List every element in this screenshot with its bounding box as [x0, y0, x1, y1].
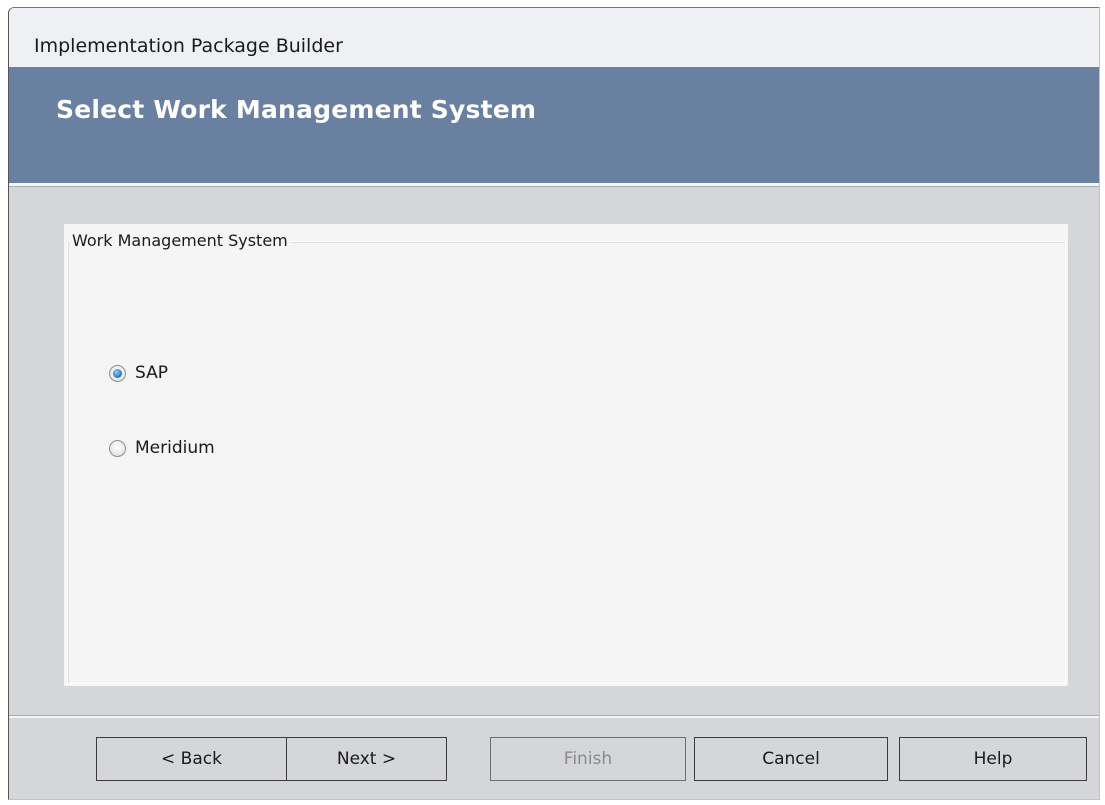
wizard-window: Implementation Package Builder Select Wo… [8, 7, 1100, 800]
header-divider [9, 183, 1099, 187]
radio-option-meridium[interactable]: Meridium [109, 438, 215, 458]
next-button[interactable]: Next > [286, 737, 447, 781]
wizard-header: Select Work Management System [9, 67, 1099, 183]
help-button[interactable]: Help [899, 737, 1087, 781]
radio-option-sap[interactable]: SAP [109, 363, 168, 383]
title-bar: Implementation Package Builder [9, 8, 1099, 67]
work-management-system-group: Work Management System SAP Meridium [64, 224, 1068, 686]
radio-label-sap[interactable]: SAP [135, 363, 168, 383]
radio-button-unchecked[interactable] [109, 439, 126, 457]
group-legend: Work Management System [70, 231, 292, 250]
group-border [67, 241, 1066, 684]
finish-button: Finish [490, 737, 686, 781]
cancel-button[interactable]: Cancel [694, 737, 888, 781]
footer-divider [9, 715, 1099, 718]
back-button[interactable]: < Back [96, 737, 287, 781]
window-title: Implementation Package Builder [34, 35, 343, 57]
radio-label-meridium[interactable]: Meridium [135, 438, 215, 458]
page-title: Select Work Management System [56, 95, 537, 124]
radio-button-checked[interactable] [109, 364, 126, 382]
